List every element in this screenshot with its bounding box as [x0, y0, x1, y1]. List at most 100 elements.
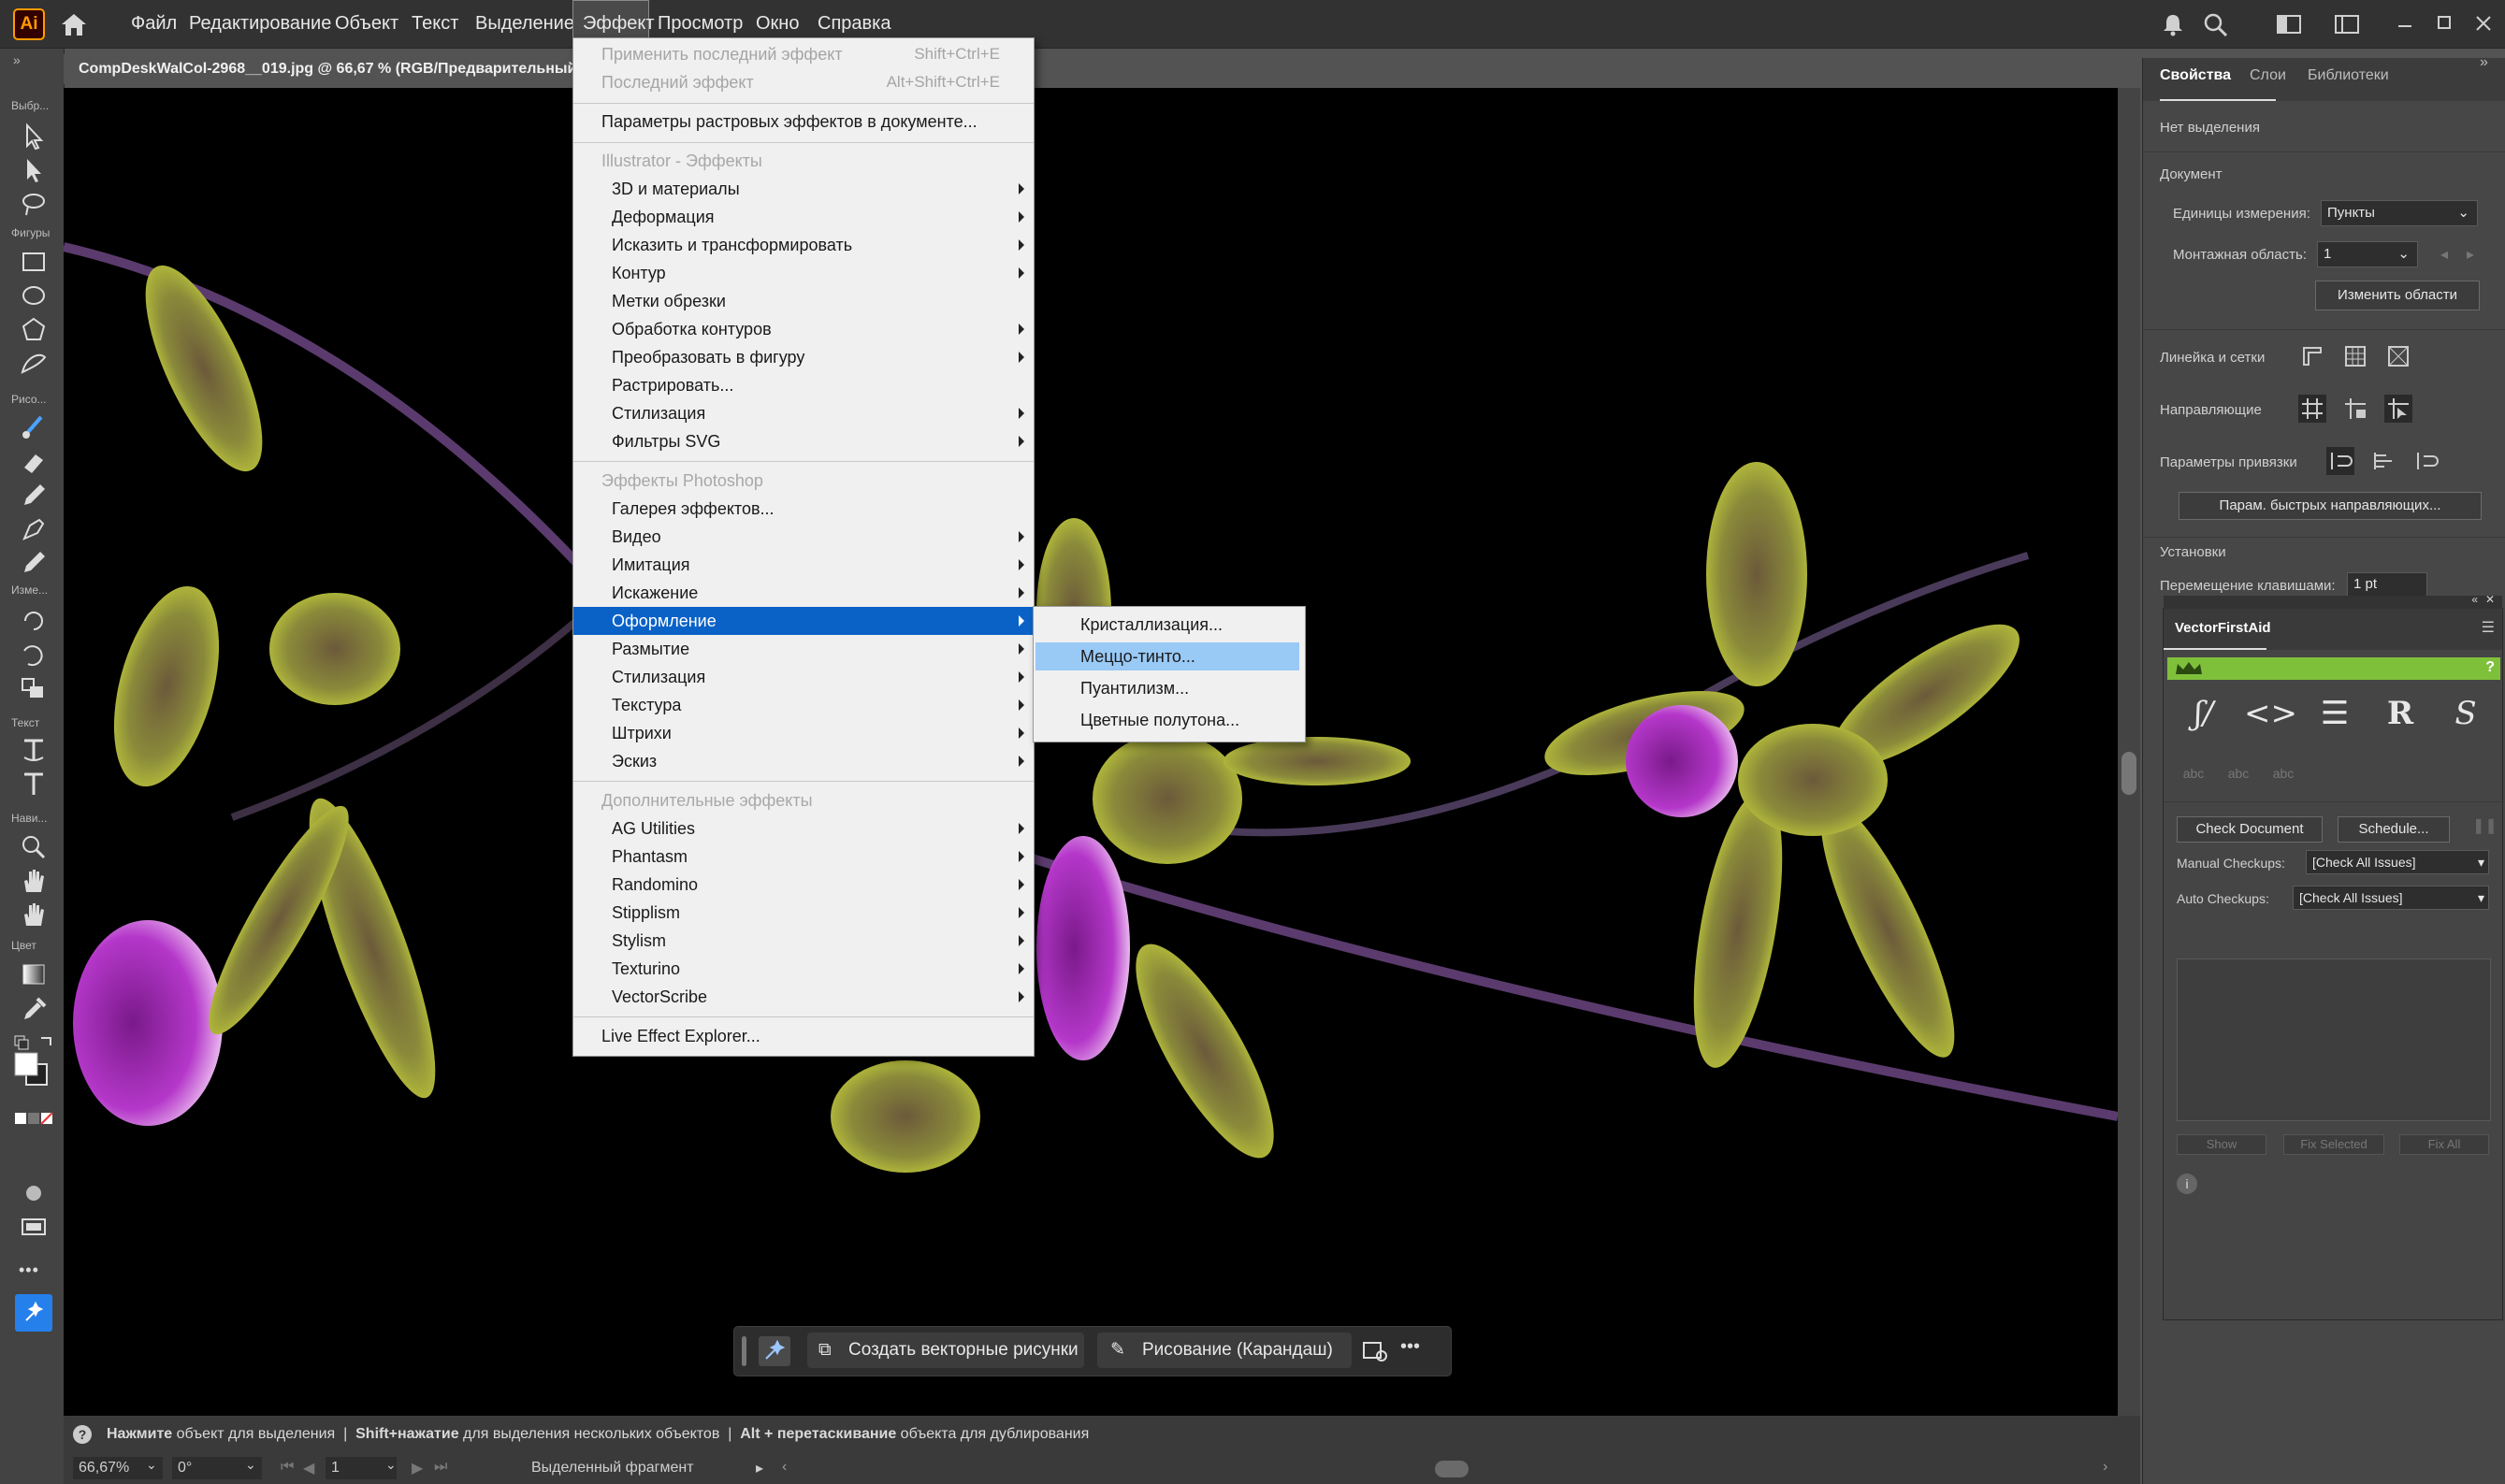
previous-artboard-icon[interactable]: ◂ — [2440, 245, 2448, 264]
submenu-item-mezzotint[interactable]: Меццо-тинто... — [1034, 641, 1305, 672]
menu-object[interactable]: Объект — [327, 0, 406, 48]
submenu-item-pointillize[interactable]: Пуантилизм... — [1034, 672, 1305, 704]
brush-tool-icon[interactable] — [17, 413, 51, 443]
collapse-panel-icon[interactable]: » — [2480, 54, 2488, 71]
menu-item-pixelate[interactable]: Оформление — [573, 607, 1034, 635]
menu-item-brush-strokes[interactable]: Штрихи — [573, 719, 1034, 747]
direct-selection-tool-icon[interactable] — [17, 155, 51, 185]
color-mode-icon[interactable] — [13, 1109, 54, 1130]
menu-item-pathfinder[interactable]: Обработка контуров — [573, 315, 1034, 343]
drag-handle[interactable] — [742, 1336, 746, 1366]
menu-item-convert-to-shape[interactable]: Преобразовать в фигуру — [573, 343, 1034, 371]
menu-item-video[interactable]: Видео — [573, 523, 1034, 551]
show-guides-icon[interactable] — [2298, 395, 2326, 423]
generative-ai-tool-icon[interactable] — [15, 1294, 52, 1332]
lock-guides-icon[interactable] — [2341, 395, 2369, 423]
smart-guides-icon[interactable] — [2384, 395, 2412, 423]
first-artboard-icon[interactable]: ⏮ — [281, 1459, 294, 1476]
curvature-tool-icon[interactable] — [17, 548, 51, 578]
reflect-tool-icon[interactable] — [17, 640, 51, 670]
artboard-canvas[interactable] — [64, 88, 2118, 1416]
search-icon[interactable] — [2202, 11, 2230, 37]
tab-layers[interactable]: Слои — [2250, 67, 2286, 84]
snap-to-pixel-icon[interactable] — [2369, 447, 2397, 475]
create-vector-button[interactable]: ⧉ Создать векторные рисунки — [807, 1333, 1084, 1368]
tab-libraries[interactable]: Библиотеки — [2308, 67, 2389, 84]
edit-toolbar-icon[interactable]: ••• — [19, 1261, 39, 1280]
transparency-grid-icon[interactable] — [2384, 342, 2412, 370]
rectangle-tool-icon[interactable] — [17, 247, 51, 277]
horizontal-scrollbar-thumb[interactable] — [1435, 1461, 1469, 1477]
draw-mode-icon[interactable] — [17, 1178, 51, 1208]
vertical-scrollbar[interactable] — [2118, 88, 2140, 1416]
panel-layout-icon[interactable] — [2333, 11, 2361, 37]
next-artboard-icon[interactable]: ▶ — [412, 1459, 423, 1477]
workspace-icon[interactable] — [2275, 11, 2303, 37]
menu-item-phantasm[interactable]: Phantasm — [573, 843, 1034, 871]
menu-item-stylize-illustrator[interactable]: Стилизация — [573, 399, 1034, 427]
home-icon[interactable] — [58, 11, 90, 37]
artboard-dropdown[interactable]: 1 ⌄ — [2317, 241, 2418, 267]
scale-tool-icon[interactable] — [17, 673, 51, 703]
selection-tool-icon[interactable] — [17, 122, 51, 151]
menu-item-distort-transform[interactable]: Исказить и трансформировать — [573, 231, 1034, 259]
screen-mode-icon[interactable] — [17, 1212, 51, 1242]
menu-type[interactable]: Текст — [404, 0, 466, 48]
image-settings-icon[interactable] — [1361, 1338, 1389, 1364]
pen-tool-icon[interactable] — [17, 514, 51, 544]
restore-icon[interactable] — [2430, 11, 2458, 37]
menu-item-texturino[interactable]: Texturino — [573, 955, 1034, 983]
pause-icon[interactable]: ❚❚ — [2472, 816, 2498, 835]
ruler-icon[interactable] — [2298, 342, 2326, 370]
menu-item-warp[interactable]: Деформация — [573, 203, 1034, 231]
show-button[interactable]: Show — [2177, 1134, 2266, 1155]
issues-list[interactable] — [2177, 958, 2491, 1121]
menu-item-distort[interactable]: Искажение — [573, 579, 1034, 607]
menu-item-live-effect-explorer[interactable]: Live Effect Explorer... — [573, 1022, 1034, 1050]
auto-checkups-dropdown[interactable]: [Check All Issues] ▾ — [2293, 886, 2489, 910]
fix-swatches-icon[interactable]: S — [2440, 695, 2491, 742]
info-icon[interactable]: i — [2177, 1174, 2197, 1194]
fix-strokes-icon[interactable]: ʃ/ — [2179, 695, 2229, 742]
menu-item-sketch[interactable]: Эскиз — [573, 747, 1034, 775]
collapse-toolbar-icon[interactable]: » — [13, 52, 21, 67]
ellipse-tool-icon[interactable] — [17, 281, 51, 310]
close-icon[interactable]: ✕ — [2485, 593, 2495, 606]
minimize-icon[interactable] — [2391, 11, 2419, 37]
check-document-button[interactable]: Check Document — [2177, 816, 2323, 843]
menu-item-texture[interactable]: Текстура — [573, 691, 1034, 719]
hand-tool-icon[interactable] — [17, 866, 51, 896]
fix-text-icon[interactable]: ☰ — [2310, 695, 2360, 742]
rotate-tool-icon[interactable] — [17, 606, 51, 636]
fix-paths-icon[interactable]: <> — [2244, 695, 2297, 742]
gradient-tool-icon[interactable] — [17, 959, 51, 989]
menu-item-stylism[interactable]: Stylism — [573, 927, 1034, 955]
smart-guides-options-button[interactable]: Парам. быстрых направляющих... — [2179, 492, 2482, 520]
submenu-item-color-halftone[interactable]: Цветные полутона... — [1034, 704, 1305, 736]
status-menu-arrow-icon[interactable]: ▸ — [756, 1459, 763, 1477]
zoom-tool-icon[interactable] — [17, 832, 51, 862]
menu-edit[interactable]: Редактирование — [181, 0, 339, 48]
previous-artboard-icon[interactable]: ◀ — [303, 1459, 314, 1477]
menu-file[interactable]: Файл — [123, 0, 184, 48]
shaper-tool-icon[interactable] — [17, 348, 51, 378]
more-options-icon[interactable]: ••• — [1400, 1336, 1420, 1358]
lasso-tool-icon[interactable] — [17, 189, 51, 219]
type-on-path-tool-icon[interactable] — [17, 735, 51, 765]
menu-item-stylize-photoshop[interactable]: Стилизация — [573, 663, 1034, 691]
menu-item-effect-gallery[interactable]: Галерея эффектов... — [573, 495, 1034, 523]
chevron-down-icon[interactable]: ⌄ — [245, 1457, 256, 1473]
last-artboard-icon[interactable]: ⏭ — [434, 1459, 447, 1476]
eraser-tool-icon[interactable] — [17, 447, 51, 477]
menu-item-vectorscribe[interactable]: VectorScribe — [573, 983, 1034, 1011]
units-dropdown[interactable]: Пункты ⌄ — [2321, 200, 2478, 226]
bell-icon[interactable] — [2159, 11, 2187, 37]
hscroll-right-icon[interactable]: › — [2103, 1459, 2107, 1476]
draw-pencil-button[interactable]: ✎ Рисование (Карандаш) — [1097, 1333, 1352, 1368]
fix-selected-button[interactable]: Fix Selected — [2283, 1134, 2384, 1155]
menu-item-rasterize[interactable]: Растрировать... — [573, 371, 1034, 399]
manual-checkups-dropdown[interactable]: [Check All Issues] ▾ — [2306, 850, 2489, 874]
fix-all-button[interactable]: Fix All — [2399, 1134, 2489, 1155]
generate-vector-icon[interactable] — [759, 1336, 790, 1366]
submenu-item-crystallize[interactable]: Кристаллизация... — [1034, 609, 1305, 641]
